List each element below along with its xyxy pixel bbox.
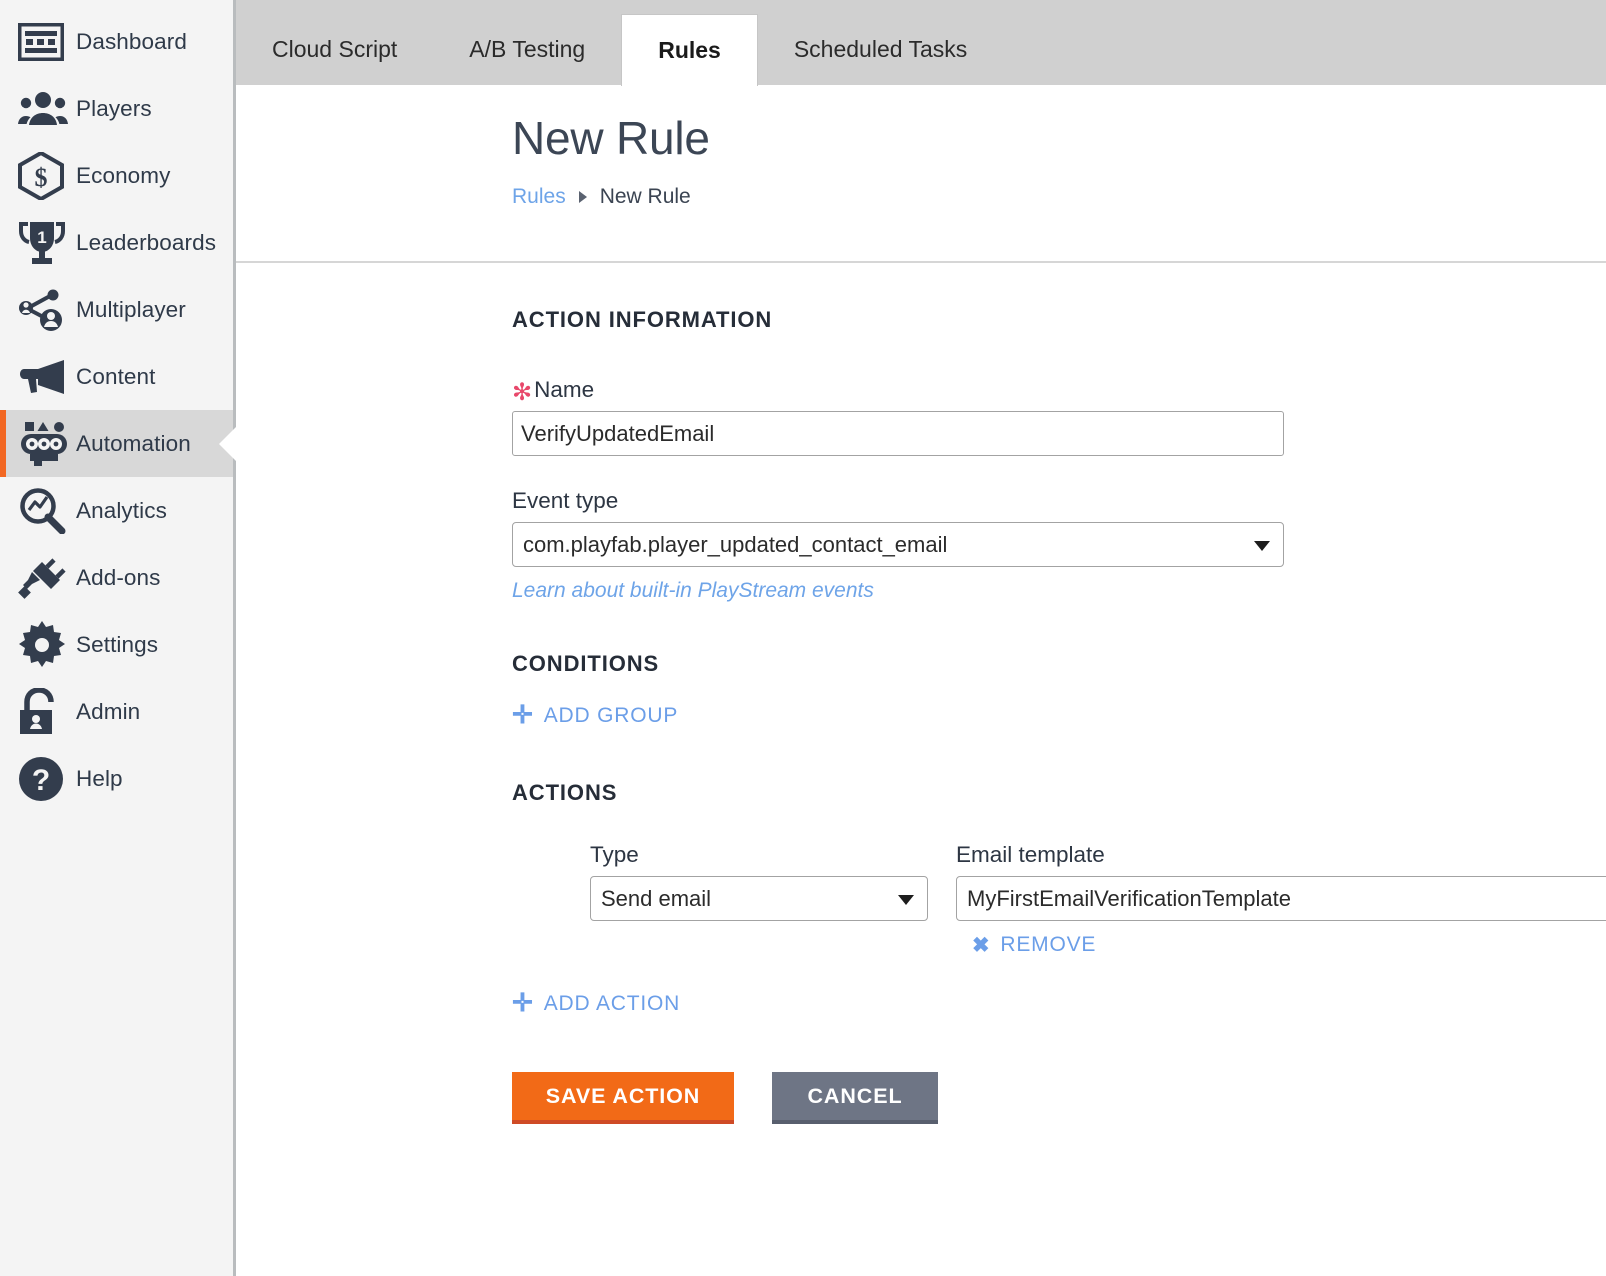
add-action-label: ADD ACTION xyxy=(543,991,681,1015)
email-template-field: Email template MyFirstEmailVerificationT… xyxy=(956,842,1606,957)
plus-icon: ✛ xyxy=(512,701,534,729)
tab-rules[interactable]: Rules xyxy=(621,14,758,86)
sidebar-item-analytics[interactable]: Analytics xyxy=(0,477,233,544)
section-conditions-heading: CONDITIONS xyxy=(512,651,660,676)
email-template-select-wrap: MyFirstEmailVerificationTemplate xyxy=(956,876,1606,921)
breadcrumb: Rules New Rule xyxy=(512,185,1606,209)
tab-cloud-script[interactable]: Cloud Script xyxy=(236,13,433,85)
sidebar-item-label: Add-ons xyxy=(76,564,161,590)
learn-playstream-events-link[interactable]: Learn about built-in PlayStream events xyxy=(512,579,874,603)
plus-icon: ✛ xyxy=(512,989,534,1017)
sidebar-item-leaderboards[interactable]: 1 Leaderboards xyxy=(0,209,233,276)
dashboard-icon xyxy=(18,18,76,66)
action-type-field: Type Send email xyxy=(590,842,928,957)
sidebar-item-admin[interactable]: Admin xyxy=(0,678,233,745)
action-row: Type Send email Email template MyFirstEm… xyxy=(512,842,1606,957)
event-type-select[interactable]: com.playfab.player_updated_contact_email xyxy=(512,522,1284,567)
lock-icon xyxy=(18,687,76,736)
players-icon xyxy=(18,85,76,133)
name-input[interactable] xyxy=(512,411,1284,456)
sidebar-item-label: Dashboard xyxy=(76,28,187,54)
action-type-select[interactable]: Send email xyxy=(590,876,928,921)
close-icon: ✖ xyxy=(972,933,991,957)
name-label: ✻ Name xyxy=(512,377,1606,406)
sidebar-item-label: Help xyxy=(76,765,123,791)
sidebar-item-label: Automation xyxy=(76,430,191,456)
svg-text:?: ? xyxy=(32,764,50,797)
action-type-label: Type xyxy=(590,842,639,867)
sidebar-item-label: Multiplayer xyxy=(76,296,186,322)
svg-text:1: 1 xyxy=(37,228,46,247)
add-group-label: ADD GROUP xyxy=(543,703,679,727)
section-actions-heading: ACTIONS xyxy=(512,780,618,805)
breadcrumb-current: New Rule xyxy=(599,185,691,208)
sidebar-item-automation[interactable]: Automation xyxy=(0,410,236,477)
main-area: Cloud Script A/B Testing Rules Scheduled… xyxy=(236,0,1606,1276)
sidebar-item-label: Admin xyxy=(76,698,141,724)
required-asterisk-icon: ✻ xyxy=(512,379,533,406)
sidebar-item-label: Economy xyxy=(76,162,171,188)
chevron-right-icon xyxy=(578,191,587,203)
email-template-select[interactable]: MyFirstEmailVerificationTemplate xyxy=(956,876,1606,921)
event-type-label: Event type xyxy=(512,488,619,513)
sidebar-item-players[interactable]: Players xyxy=(0,75,233,142)
sidebar-item-settings[interactable]: Settings xyxy=(0,611,233,678)
sidebar-item-label: Leaderboards xyxy=(76,229,217,255)
sidebar-item-label: Players xyxy=(76,95,152,121)
app-root: Dashboard Players $ Economy 1 Leaderboar… xyxy=(0,0,1606,1276)
email-template-label: Email template xyxy=(956,842,1105,867)
sidebar-item-label: Content xyxy=(76,363,156,389)
leaderboards-icon: 1 xyxy=(18,219,76,267)
help-icon: ? xyxy=(18,755,76,803)
tab-ab-testing[interactable]: A/B Testing xyxy=(433,13,621,85)
sidebar-item-label: Settings xyxy=(76,631,159,657)
page-header: New Rule Rules New Rule xyxy=(236,85,1606,263)
content-icon xyxy=(18,353,76,401)
save-action-button[interactable]: SAVE ACTION xyxy=(512,1072,734,1124)
cancel-button[interactable]: CANCEL xyxy=(772,1072,938,1124)
multiplayer-icon xyxy=(18,286,76,334)
sidebar-item-help[interactable]: ? Help xyxy=(0,745,233,812)
sidebar-item-economy[interactable]: $ Economy xyxy=(0,142,233,209)
form-content: ACTION INFORMATION ✻ Name Event type com… xyxy=(236,263,1606,1276)
sidebar: Dashboard Players $ Economy 1 Leaderboar… xyxy=(0,0,236,1276)
sidebar-item-dashboard[interactable]: Dashboard xyxy=(0,8,233,75)
breadcrumb-link-rules[interactable]: Rules xyxy=(512,185,566,209)
sidebar-item-multiplayer[interactable]: Multiplayer xyxy=(0,276,233,343)
sidebar-item-content[interactable]: Content xyxy=(0,343,233,410)
gear-icon xyxy=(18,620,76,669)
section-action-information-heading: ACTION INFORMATION xyxy=(512,307,773,332)
action-row-fields: Type Send email Email template MyFirstEm… xyxy=(590,842,1606,957)
economy-icon: $ xyxy=(18,151,76,200)
add-action-button[interactable]: ✛ ADD ACTION xyxy=(512,991,680,1016)
sidebar-item-label: Analytics xyxy=(76,497,167,523)
automation-icon xyxy=(18,420,76,468)
form-footer-buttons: SAVE ACTION CANCEL xyxy=(512,1072,1606,1124)
tab-scheduled-tasks[interactable]: Scheduled Tasks xyxy=(758,13,1003,85)
remove-action-button[interactable]: ✖ REMOVE xyxy=(972,933,1096,957)
analytics-icon xyxy=(18,487,76,535)
tab-bar: Cloud Script A/B Testing Rules Scheduled… xyxy=(236,0,1606,86)
name-label-text: Name xyxy=(534,377,595,402)
add-group-button[interactable]: ✛ ADD GROUP xyxy=(512,703,678,728)
svg-text:$: $ xyxy=(35,163,48,192)
action-type-select-wrap: Send email xyxy=(590,876,928,921)
remove-action-label: REMOVE xyxy=(1000,933,1097,956)
event-type-select-wrap: com.playfab.player_updated_contact_email xyxy=(512,522,1284,567)
page-title: New Rule xyxy=(512,112,710,164)
sidebar-item-addons[interactable]: Add-ons xyxy=(0,544,233,611)
addons-icon xyxy=(18,554,76,602)
